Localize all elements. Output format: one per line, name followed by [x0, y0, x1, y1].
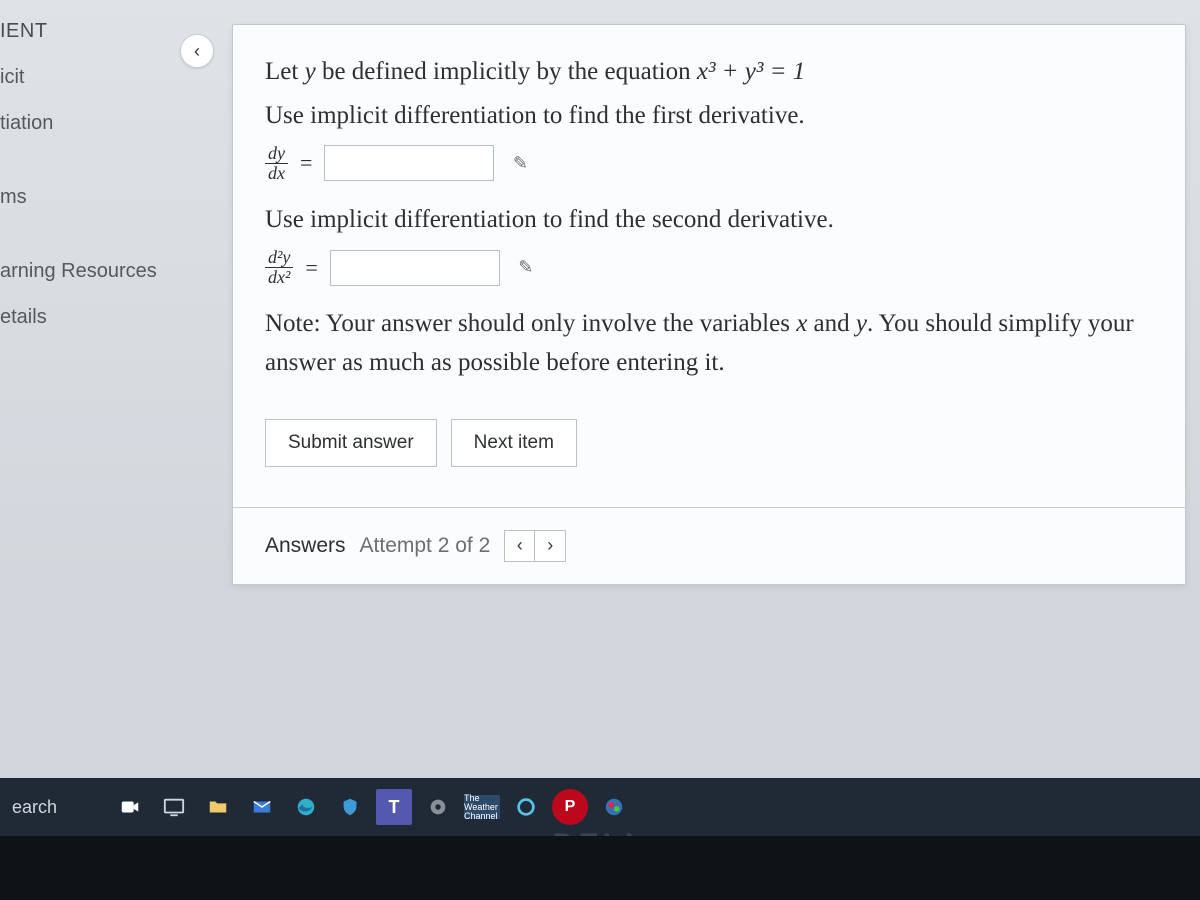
back-button[interactable]: ‹	[180, 34, 214, 68]
equation-editor-icon[interactable]: ✎	[506, 149, 534, 177]
second-derivative-row: d²y dx² = ✎	[265, 248, 1153, 287]
attempt-pager: ‹ ›	[504, 530, 566, 562]
shield-icon[interactable]	[332, 789, 368, 825]
chevron-left-icon: ‹	[194, 41, 200, 62]
second-derivative-input[interactable]	[330, 250, 500, 286]
app-icon[interactable]	[596, 789, 632, 825]
video-editor-icon[interactable]	[112, 789, 148, 825]
equals-sign: =	[305, 255, 317, 281]
d2y-dx2-label: d²y dx²	[265, 248, 293, 287]
weather-channel-icon[interactable]: The Weather Channel	[464, 795, 500, 819]
prev-attempt-button[interactable]: ‹	[505, 531, 535, 561]
taskbar-search-label[interactable]: earch	[12, 797, 104, 818]
equation-editor-icon[interactable]: ✎	[512, 254, 540, 282]
first-derivative-row: dy dx = ✎	[265, 144, 1153, 183]
settings-icon[interactable]	[420, 789, 456, 825]
file-explorer-icon[interactable]	[200, 789, 236, 825]
windows-taskbar: earch T The Weather Channel P DELL	[0, 778, 1200, 836]
sidebar-item[interactable]: tiation	[0, 100, 170, 146]
first-derivative-input[interactable]	[324, 145, 494, 181]
answers-label: Answers	[265, 534, 346, 558]
laptop-bezel	[0, 836, 1200, 900]
answer-note: Note: Your answer should only involve th…	[265, 305, 1153, 383]
question-line-3: Use implicit differentiation to find the…	[265, 201, 1153, 239]
attempt-status: Attempt 2 of 2	[360, 534, 491, 558]
question-line-2: Use implicit differentiation to find the…	[265, 97, 1153, 135]
teams-icon[interactable]: T	[376, 789, 412, 825]
next-item-button[interactable]: Next item	[451, 419, 577, 467]
pinterest-icon[interactable]: P	[552, 789, 588, 825]
sidebar-item[interactable]: ms	[0, 174, 170, 220]
task-view-icon[interactable]	[156, 789, 192, 825]
sidebar-item[interactable]: icit	[0, 54, 170, 100]
sidebar-item[interactable]: etails	[0, 294, 170, 340]
cortana-icon[interactable]	[508, 789, 544, 825]
question-card: Let y be defined implicitly by the equat…	[232, 24, 1186, 585]
sidebar-header: IENT	[0, 8, 170, 54]
next-attempt-button[interactable]: ›	[535, 531, 565, 561]
sidebar-nav: IENT icit tiation ms arning Resources et…	[0, 0, 170, 778]
question-line-1: Let y be defined implicitly by the equat…	[265, 53, 1153, 91]
action-buttons: Submit answer Next item	[265, 419, 1153, 467]
edge-icon[interactable]	[288, 789, 324, 825]
submit-answer-button[interactable]: Submit answer	[265, 419, 437, 467]
sidebar-item[interactable]: arning Resources	[0, 248, 170, 294]
dy-dx-label: dy dx	[265, 144, 288, 183]
mail-icon[interactable]	[244, 789, 280, 825]
equation: x³ + y³ = 1	[697, 58, 805, 85]
equals-sign: =	[300, 150, 312, 176]
answers-bar: Answers Attempt 2 of 2 ‹ ›	[233, 507, 1185, 584]
